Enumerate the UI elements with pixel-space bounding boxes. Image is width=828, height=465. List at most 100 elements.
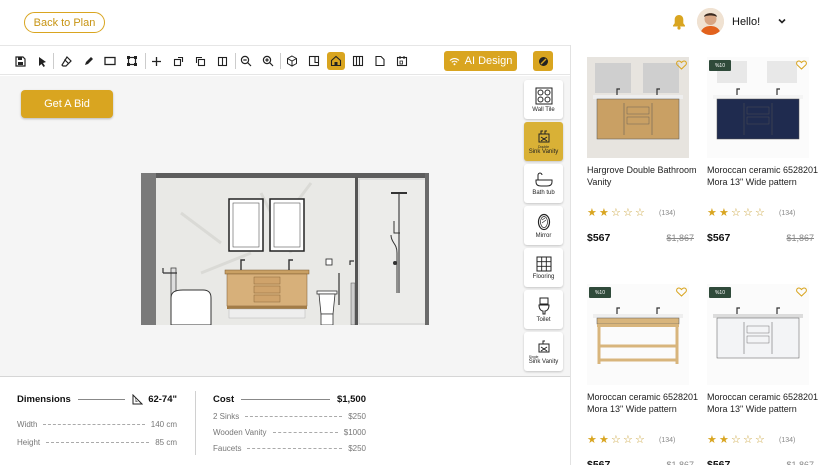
star-icon: ☆ bbox=[635, 433, 645, 446]
toolbar: AI Design bbox=[0, 45, 570, 75]
palette-toilet[interactable]: Toilet bbox=[524, 290, 563, 329]
paint-toggle-button[interactable] bbox=[533, 51, 553, 71]
sale-price: $567 bbox=[587, 232, 611, 244]
star-icon: ★ bbox=[587, 206, 597, 219]
review-count: (134) bbox=[779, 436, 796, 444]
bathtub-icon bbox=[535, 171, 552, 186]
price-row: $567 $1,867 bbox=[707, 232, 822, 244]
palette-label: Wall Tile bbox=[532, 106, 555, 113]
star-icon: ★ bbox=[587, 433, 597, 446]
product-name[interactable]: Moroccan ceramic 6528201 Mora 13" Wide p… bbox=[707, 391, 822, 428]
star-icon: ☆ bbox=[731, 206, 741, 219]
side-view-icon[interactable] bbox=[349, 52, 367, 70]
original-price: $1,867 bbox=[666, 460, 694, 465]
back-to-plan-button[interactable]: Back to Plan bbox=[24, 12, 105, 33]
product-card[interactable]: Hargrove Double Bathroom Vanity ★ ★ ☆ ☆ ☆ (1… bbox=[587, 57, 702, 244]
elevation-view-icon[interactable] bbox=[327, 52, 345, 70]
heart-icon[interactable] bbox=[796, 60, 807, 70]
star-icon: ★ bbox=[599, 433, 609, 446]
dimensions-title: Dimensions bbox=[17, 393, 71, 405]
star-icon: ☆ bbox=[731, 433, 741, 446]
product-card[interactable]: %10 Moroccan ceramic 6528201 Mora 13" Wi… bbox=[587, 284, 702, 465]
cost-total: $1,500 bbox=[336, 393, 366, 405]
avatar[interactable] bbox=[697, 8, 724, 35]
product-image[interactable]: %10 bbox=[707, 57, 809, 158]
cost-row: 2 Sinks $250 bbox=[213, 411, 366, 421]
palette-mirror[interactable]: Mirror bbox=[524, 206, 563, 245]
3d-view-icon[interactable] bbox=[283, 52, 301, 70]
cost-section: Cost $1,500 2 Sinks $250 Wooden Vanity $10… bbox=[213, 393, 366, 453]
design-canvas[interactable]: Get A Bid Wall Tile Double Sink Vanity B… bbox=[0, 76, 570, 376]
wall-tile-icon bbox=[535, 87, 552, 104]
star-icon: ★ bbox=[719, 433, 729, 446]
select-arrow-icon[interactable] bbox=[33, 52, 51, 70]
zoom-in-icon[interactable] bbox=[259, 52, 277, 70]
star-icon: ☆ bbox=[743, 433, 753, 446]
star-icon: ★ bbox=[599, 206, 609, 219]
dimension-value: 140 cm bbox=[150, 419, 177, 429]
save-icon[interactable] bbox=[11, 52, 29, 70]
heart-icon[interactable] bbox=[676, 60, 687, 70]
add-icon[interactable] bbox=[147, 52, 165, 70]
cost-row: Faucets $250 bbox=[213, 443, 366, 453]
star-icon: ☆ bbox=[743, 206, 753, 219]
heart-icon[interactable] bbox=[676, 287, 687, 297]
sale-price: $567 bbox=[707, 459, 731, 465]
product-name[interactable]: Moroccan ceramic 6528201 Mora 13" Wide p… bbox=[707, 164, 822, 201]
rectangle-icon[interactable] bbox=[101, 52, 119, 70]
dimensions-section: Dimensions 62-74" Width 140 cm Height 85 c… bbox=[17, 393, 177, 447]
price-row: $567 $1,867 bbox=[707, 459, 822, 465]
sale-price: $567 bbox=[707, 232, 731, 244]
review-count: (134) bbox=[659, 436, 676, 444]
star-icon: ★ bbox=[707, 433, 717, 446]
pencil-icon[interactable] bbox=[79, 52, 97, 70]
flooring-icon bbox=[536, 256, 551, 271]
heart-icon[interactable] bbox=[796, 287, 807, 297]
duplicate-icon[interactable] bbox=[191, 52, 209, 70]
palette-single-sink-vanity[interactable]: Single Sink Vanity bbox=[524, 332, 563, 371]
product-name[interactable]: Hargrove Double Bathroom Vanity bbox=[587, 164, 702, 201]
review-count: (134) bbox=[659, 209, 676, 217]
split-view-icon[interactable] bbox=[213, 52, 231, 70]
star-icon: ☆ bbox=[611, 206, 621, 219]
palette-flooring[interactable]: Flooring bbox=[524, 248, 563, 287]
palette-bathtub[interactable]: Bath tub bbox=[524, 164, 563, 203]
summary-panel: Dimensions 62-74" Width 140 cm Height 85 c… bbox=[0, 376, 570, 465]
product-name[interactable]: Moroccan ceramic 6528201 Mora 13" Wide p… bbox=[587, 391, 702, 428]
palette-wall-tile[interactable]: Wall Tile bbox=[524, 80, 563, 119]
eraser-icon[interactable] bbox=[57, 52, 75, 70]
star-icon: ☆ bbox=[623, 206, 633, 219]
product-image[interactable]: %10 bbox=[587, 284, 689, 385]
dimension-label: Height bbox=[17, 437, 41, 447]
ai-design-label: AI Design bbox=[464, 55, 513, 67]
zoom-out-icon[interactable] bbox=[237, 52, 255, 70]
bell-icon[interactable] bbox=[672, 14, 686, 30]
palette-label: Bath tub bbox=[532, 189, 555, 196]
get-a-bid-button[interactable]: Get A Bid bbox=[21, 90, 113, 118]
document-icon[interactable] bbox=[371, 52, 389, 70]
palette-label: Sink Vanity bbox=[528, 149, 559, 156]
star-icon: ☆ bbox=[635, 206, 645, 219]
mirror-icon bbox=[537, 213, 550, 230]
star-icon: ☆ bbox=[623, 433, 633, 446]
palette-double-sink-vanity[interactable]: Double Sink Vanity bbox=[524, 122, 563, 161]
toilet-icon bbox=[537, 297, 550, 314]
star-icon: ★ bbox=[707, 206, 717, 219]
calendar-icon[interactable] bbox=[393, 52, 411, 70]
ai-design-button[interactable]: AI Design bbox=[444, 51, 517, 71]
review-count: (134) bbox=[779, 209, 796, 217]
rotate-icon[interactable] bbox=[169, 52, 187, 70]
star-rating: ★ ★ ☆ ☆ ☆ (134) bbox=[587, 434, 702, 446]
room-view-icon[interactable] bbox=[305, 52, 323, 70]
original-price: $1,867 bbox=[786, 233, 814, 243]
product-card[interactable]: %10 Moroccan ceramic 6528201 Mora 13" Wi… bbox=[707, 284, 822, 465]
product-image[interactable] bbox=[587, 57, 689, 158]
crop-icon[interactable] bbox=[123, 52, 141, 70]
palette-label: Mirror bbox=[535, 232, 552, 239]
star-icon: ☆ bbox=[755, 206, 765, 219]
product-card[interactable]: %10 Moroccan ceramic 6528201 Mora 13" Wi… bbox=[707, 57, 822, 244]
chevron-down-icon[interactable] bbox=[777, 16, 787, 26]
product-image[interactable]: %10 bbox=[707, 284, 809, 385]
star-rating: ★ ★ ☆ ☆ ☆ (134) bbox=[587, 207, 702, 219]
discount-badge: %10 bbox=[709, 60, 731, 71]
